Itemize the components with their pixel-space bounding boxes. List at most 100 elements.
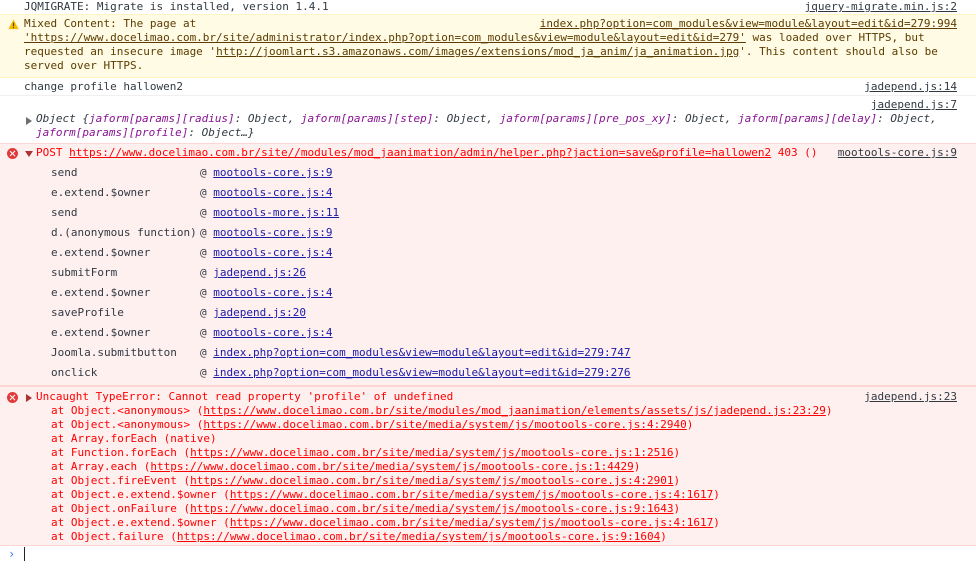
trace-url-link[interactable]: https://www.docelimao.com.br/site/media/… — [230, 488, 713, 501]
object-prefix: Object { — [36, 112, 89, 125]
typeerror-message: Uncaught TypeError: Cannot read property… — [36, 390, 454, 403]
trace-line: at Object.failure (https://www.docelimao… — [51, 530, 667, 543]
trace-url-link[interactable]: https://www.docelimao.com.br/site/media/… — [190, 474, 673, 487]
object-val-2: : Object, — [433, 112, 500, 125]
stack-frame: @ mootools-core.js:9 — [200, 166, 333, 179]
post-prefix: POST — [36, 146, 70, 159]
trace-line: at Object.e.extend.$owner (https://www.d… — [51, 516, 720, 529]
devtools-console: JQMIGRATE: Migrate is installed, version… — [0, 0, 976, 588]
log-jqmigrate: JQMIGRATE: Migrate is installed, version… — [24, 0, 329, 13]
trace-line: at Object.<anonymous> (https://www.docel… — [51, 404, 833, 417]
warning-line3-suffix: '. This content should also be — [739, 45, 938, 58]
object-key-profile: jaform[params][profile] — [36, 126, 189, 139]
stack-source-link[interactable]: index.php?option=com_modules&view=module… — [213, 346, 630, 359]
stack-source-link[interactable]: jadepend.js:20 — [213, 306, 306, 319]
stack-frame: @ mootools-core.js:4 — [200, 286, 333, 299]
stack-source-link[interactable]: mootools-core.js:4 — [213, 246, 332, 259]
trace-url-link[interactable]: https://www.docelimao.com.br/site/media/… — [177, 530, 660, 543]
trace-url-link[interactable]: https://www.docelimao.com.br/site/module… — [203, 404, 826, 417]
stack-fn: e.extend.$owner — [51, 246, 151, 259]
warning-line2-suffix: was loaded over HTTPS, but — [745, 31, 925, 44]
object-val-3: : Object, — [671, 112, 739, 125]
trace-line: at Function.forEach (https://www.docelim… — [51, 446, 681, 459]
trace-url-link[interactable]: https://www.docelimao.com.br/site/media/… — [190, 502, 673, 515]
trace-line: at Object.fireEvent (https://www.docelim… — [51, 474, 681, 487]
stack-fn: onclick — [51, 366, 98, 379]
stack-frame: @ mootools-core.js:4 — [200, 186, 333, 199]
warning-line-3: requested an insecure image 'http://joom… — [24, 45, 938, 59]
expand-triangle-icon[interactable] — [26, 394, 32, 402]
trace-url-link[interactable]: https://www.docelimao.com.br/site/media/… — [150, 460, 633, 473]
source-link-mootools-core-9[interactable]: mootools-core.js:9 — [838, 146, 957, 160]
stack-frame: @ mootools-core.js:4 — [200, 326, 333, 339]
source-link-jadepend-7[interactable]: jadepend.js:7 — [871, 98, 957, 112]
error-post-403: POST https://www.docelimao.com.br/site//… — [0, 143, 976, 386]
post-status: 403 () — [771, 146, 818, 159]
stack-source-link[interactable]: mootools-core.js:9 — [213, 166, 332, 179]
object-key-delay: jaform[params][delay] — [738, 112, 878, 125]
stack-fn: e.extend.$owner — [51, 286, 151, 299]
stack-fn: saveProfile — [51, 306, 124, 319]
trace-line: at Object.onFailure (https://www.docelim… — [51, 502, 681, 515]
post-url-link[interactable]: https://www.docelimao.com.br/site//modul… — [69, 146, 771, 159]
warning-prefix: Mixed Content: The page at — [24, 17, 197, 30]
warning-mixed-content: Mixed Content: The page at index.php?opt… — [0, 14, 976, 78]
warning-line-4: served over HTTPS. — [24, 59, 144, 72]
stack-source-link[interactable]: index.php?option=com_modules&view=module… — [213, 366, 630, 379]
object-key-step: jaform[params][step] — [300, 112, 434, 125]
stack-fn: e.extend.$owner — [51, 326, 151, 339]
collapse-triangle-icon[interactable] — [25, 151, 33, 157]
console-input-caret[interactable] — [24, 547, 25, 561]
error-uncaught-typeerror: Uncaught TypeError: Cannot read property… — [0, 386, 976, 546]
stack-source-link[interactable]: mootools-core.js:4 — [213, 326, 332, 339]
stack-source-link[interactable]: jadepend.js:26 — [213, 266, 306, 279]
trace-url-link[interactable]: https://www.docelimao.com.br/site/media/… — [190, 446, 673, 459]
post-error-line: POST https://www.docelimao.com.br/site//… — [36, 146, 817, 160]
stack-frame: @ index.php?option=com_modules&view=modu… — [200, 366, 631, 379]
stack-frame: @ mootools-more.js:11 — [200, 206, 340, 219]
trace-line: at Object.e.extend.$owner (https://www.d… — [51, 488, 720, 501]
trace-line: at Object.<anonymous> (https://www.docel… — [51, 418, 694, 431]
warning-image-url[interactable]: http://joomlart.s3.amazonaws.com/images/… — [216, 45, 739, 58]
object-key-radius: jaform[params][radius] — [88, 112, 235, 125]
stack-fn: send — [51, 206, 78, 219]
object-val-5: : Object…} — [188, 126, 255, 139]
stack-fn: Joomla.submitbutton — [51, 346, 177, 359]
console-prompt-icon: › — [8, 547, 16, 561]
log-change-profile: change profile hallowen2 — [24, 80, 183, 93]
warning-triangle-icon — [8, 19, 19, 30]
warning-line3-prefix: requested an insecure image ' — [24, 45, 217, 58]
trace-url-link[interactable]: https://www.docelimao.com.br/site/media/… — [203, 418, 686, 431]
stack-fn: e.extend.$owner — [51, 186, 151, 199]
warning-line-2: 'https://www.docelimao.com.br/site/admin… — [24, 31, 925, 45]
object-key-pre-pos: jaform[params][pre_pos_xy] — [499, 112, 672, 125]
divider — [0, 95, 976, 96]
stack-fn: submitForm — [51, 266, 118, 279]
source-link-jquery-migrate[interactable]: jquery-migrate.min.js:2 — [805, 0, 957, 14]
warning-page-url[interactable]: 'https://www.docelimao.com.br/site/admin… — [24, 31, 746, 44]
stack-source-link[interactable]: mootools-core.js:4 — [213, 186, 332, 199]
stack-fn: d.(anonymous function) — [51, 226, 197, 239]
trace-url-link[interactable]: https://www.docelimao.com.br/site/media/… — [230, 516, 713, 529]
stack-source-link[interactable]: mootools-core.js:9 — [213, 226, 332, 239]
object-summary-line1[interactable]: Object {jaform[params][radius]: Object, … — [36, 112, 937, 126]
source-link-jadepend-14[interactable]: jadepend.js:14 — [864, 80, 957, 94]
stack-source-link[interactable]: mootools-core.js:4 — [213, 286, 332, 299]
stack-frame: @ index.php?option=com_modules&view=modu… — [200, 346, 631, 359]
stack-frame: @ jadepend.js:20 — [200, 306, 306, 319]
expand-triangle-icon[interactable] — [26, 117, 32, 125]
trace-line: at Array.each (https://www.docelimao.com… — [51, 460, 641, 473]
stack-frame: @ jadepend.js:26 — [200, 266, 306, 279]
object-val-4: : Object, — [877, 112, 937, 125]
error-circle-icon — [7, 392, 18, 403]
source-link-jadepend-23[interactable]: jadepend.js:23 — [864, 390, 957, 404]
trace-line: at Array.forEach (native) — [51, 432, 217, 445]
source-link-index-994[interactable]: index.php?option=com_modules&view=module… — [540, 17, 957, 31]
object-summary-line2: jaform[params][profile]: Object…} — [36, 126, 255, 140]
error-circle-icon — [7, 148, 18, 159]
object-val-1: : Object, — [234, 112, 301, 125]
stack-fn: send — [51, 166, 78, 179]
stack-source-link[interactable]: mootools-more.js:11 — [213, 206, 339, 219]
stack-frame: @ mootools-core.js:4 — [200, 246, 333, 259]
stack-frame: @ mootools-core.js:9 — [200, 226, 333, 239]
